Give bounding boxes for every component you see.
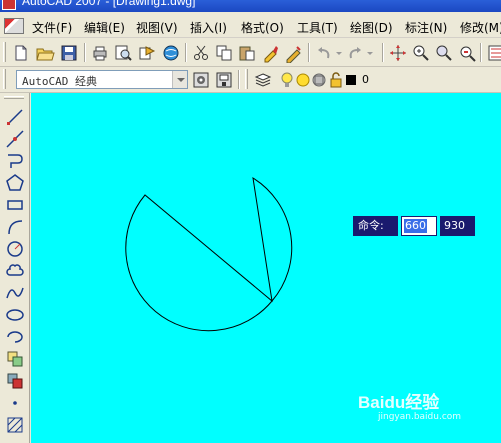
watermark-url: jingyan.baidu.com bbox=[378, 412, 462, 422]
rectangle-icon[interactable] bbox=[5, 195, 25, 215]
line-icon[interactable] bbox=[5, 107, 25, 127]
current-layer-name[interactable]: 0 bbox=[362, 73, 369, 86]
title-bar: AutoCAD 2007 - [Drawing1.dwg] bbox=[0, 0, 501, 12]
open-icon[interactable] bbox=[35, 43, 55, 63]
toolbar-separator bbox=[308, 43, 310, 62]
arc-icon[interactable] bbox=[5, 217, 25, 237]
undo-icon[interactable] bbox=[314, 43, 334, 63]
menu-modify[interactable]: 修改(M) bbox=[460, 19, 501, 36]
toolbar-grip[interactable] bbox=[3, 69, 6, 89]
workspace-dropdown[interactable]: AutoCAD 经典 bbox=[16, 70, 188, 89]
polyline-icon[interactable] bbox=[5, 151, 25, 171]
coordinate-x-value: 660 bbox=[404, 219, 427, 233]
workspace-value: AutoCAD 经典 bbox=[22, 75, 97, 88]
menu-dimension[interactable]: 标注(N) bbox=[405, 19, 447, 36]
drawing-document-icon[interactable] bbox=[4, 18, 24, 34]
zoom-previous-icon[interactable] bbox=[457, 43, 477, 63]
toolbar-separator bbox=[84, 43, 86, 62]
copy-icon[interactable] bbox=[214, 43, 234, 63]
redo-icon[interactable] bbox=[345, 43, 365, 63]
coordinate-y-input[interactable]: 930 bbox=[440, 216, 475, 236]
layer-color-swatch[interactable] bbox=[341, 70, 361, 90]
plot-preview-icon[interactable] bbox=[113, 43, 133, 63]
properties-icon[interactable] bbox=[486, 43, 501, 63]
publish-icon[interactable] bbox=[137, 43, 157, 63]
polygon-icon[interactable] bbox=[5, 173, 25, 193]
menu-view[interactable]: 视图(V) bbox=[136, 19, 178, 36]
menu-bar: 文件(F) 编辑(E) 视图(V) 插入(I) 格式(O) 工具(T) 绘图(D… bbox=[0, 12, 501, 38]
match-properties-icon[interactable] bbox=[261, 43, 281, 63]
print-icon[interactable] bbox=[90, 43, 110, 63]
standard-toolbar bbox=[0, 39, 501, 67]
insert-block-icon[interactable] bbox=[5, 349, 25, 369]
chevron-down-icon[interactable] bbox=[172, 71, 187, 88]
toolbar-grip[interactable] bbox=[245, 69, 248, 89]
ellipse-icon[interactable] bbox=[5, 305, 25, 325]
workspaces-toolbar: AutoCAD 经典 0 bbox=[0, 67, 501, 93]
paste-icon[interactable] bbox=[237, 43, 257, 63]
menu-draw[interactable]: 绘图(D) bbox=[350, 19, 393, 36]
make-block-icon[interactable] bbox=[5, 371, 25, 391]
zoom-realtime-icon[interactable] bbox=[411, 43, 431, 63]
command-prompt-label: 命令: bbox=[353, 216, 398, 236]
save-workspace-icon[interactable] bbox=[214, 70, 234, 90]
menu-file[interactable]: 文件(F) bbox=[32, 19, 72, 36]
menu-tools[interactable]: 工具(T) bbox=[297, 19, 338, 36]
toolbar-separator bbox=[238, 70, 240, 89]
revision-cloud-icon[interactable] bbox=[5, 261, 25, 281]
cut-icon[interactable] bbox=[191, 43, 211, 63]
draw-toolbar bbox=[0, 93, 30, 443]
ellipse-arc-icon[interactable] bbox=[5, 327, 25, 347]
spline-icon[interactable] bbox=[5, 283, 25, 303]
menu-format[interactable]: 格式(O) bbox=[241, 19, 284, 36]
toolbar-separator bbox=[382, 43, 384, 62]
autocad-app-icon bbox=[2, 0, 16, 10]
pan-realtime-icon[interactable] bbox=[388, 43, 408, 63]
new-icon[interactable] bbox=[11, 43, 31, 63]
menu-insert[interactable]: 插入(I) bbox=[190, 19, 227, 36]
construction-line-icon[interactable] bbox=[5, 129, 25, 149]
3d-dwf-icon[interactable] bbox=[161, 43, 181, 63]
baidu-jingyan-watermark: Baidu经验 jingyan.baidu.com bbox=[358, 388, 478, 428]
watermark-brand: Baidu经验 bbox=[358, 393, 440, 412]
zoom-window-icon[interactable] bbox=[434, 43, 454, 63]
coordinate-x-input[interactable]: 660 bbox=[401, 216, 437, 236]
toolbar-separator bbox=[185, 43, 187, 62]
arc-segment bbox=[125, 176, 293, 332]
toolbar-grip[interactable] bbox=[4, 96, 24, 99]
layer-properties-icon[interactable] bbox=[253, 70, 273, 90]
block-editor-icon[interactable] bbox=[284, 43, 304, 63]
window-title: AutoCAD 2007 - [Drawing1.dwg] bbox=[22, 0, 196, 8]
toolbar-grip[interactable] bbox=[3, 42, 6, 62]
circle-icon[interactable] bbox=[5, 239, 25, 259]
workspace-settings-icon[interactable] bbox=[191, 70, 211, 90]
menu-edit[interactable]: 编辑(E) bbox=[84, 19, 125, 36]
save-icon[interactable] bbox=[59, 43, 79, 63]
toolbar-separator bbox=[480, 43, 482, 62]
hatch-icon[interactable] bbox=[5, 415, 25, 435]
point-icon[interactable] bbox=[5, 393, 25, 413]
